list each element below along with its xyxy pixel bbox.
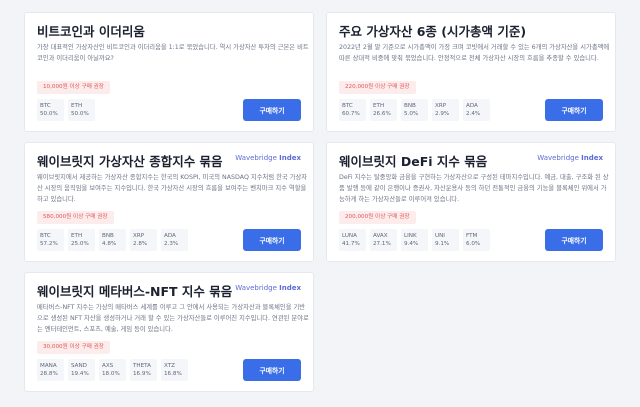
- asset-chip: AXS 18.0%: [99, 359, 126, 381]
- wavebridge-index-logo: Wavebridge Index: [235, 154, 301, 162]
- asset-symbol: SAND: [71, 363, 87, 369]
- asset-chip: ETH 50.0%: [68, 99, 95, 121]
- bundle-card-btc-eth: 비트코인과 이더리움 가장 대표적인 가상자산인 비트코인과 이더리움을 1:1…: [24, 12, 314, 132]
- asset-symbol: BTC: [40, 103, 51, 109]
- asset-chip: ETH 25.0%: [68, 229, 95, 251]
- card-title: 웨이브릿지 가상자산 종합지수 묶음: [37, 154, 223, 169]
- asset-list: LUNA 41.7% AVAX 27.1% LINK 9.4% UNI 9.1%…: [339, 229, 490, 251]
- card-title: 주요 가상자산 6종 (시가총액 기준): [339, 24, 527, 39]
- asset-symbol: UNI: [435, 233, 445, 239]
- asset-list: MANA 28.8% SAND 19.4% AXS 18.0% THETA 16…: [37, 359, 188, 381]
- asset-weight: 19.4%: [71, 371, 89, 377]
- asset-symbol: AVAX: [373, 233, 388, 239]
- asset-symbol: FTM: [466, 233, 478, 239]
- asset-chip: XRP 2.8%: [130, 229, 157, 251]
- asset-weight: 27.1%: [373, 241, 391, 247]
- asset-weight: 2.4%: [466, 111, 481, 117]
- buy-button[interactable]: 구매하기: [243, 359, 301, 381]
- asset-weight: 6.0%: [466, 241, 481, 247]
- asset-symbol: ADA: [466, 103, 478, 109]
- asset-chip: LINK 9.4%: [401, 229, 428, 251]
- bundle-card-wavebridge-composite: 웨이브릿지 가상자산 종합지수 묶음 Wavebridge Index 웨이브릿…: [24, 142, 314, 262]
- asset-chip: AVAX 27.1%: [370, 229, 397, 251]
- asset-weight: 60.7%: [342, 111, 360, 117]
- min-purchase-badge: 30,000원 이상 구매 권장: [37, 341, 110, 354]
- asset-chip: BNB 4.8%: [99, 229, 126, 251]
- card-description: DeFi 지수는 탈중앙화 금융을 구현하는 가상자산으로 구성된 테마지수입니…: [339, 174, 609, 203]
- min-purchase-badge: 200,000원 이상 구매 권장: [339, 211, 416, 224]
- asset-chip: BTC 60.7%: [339, 99, 366, 121]
- card-description: 가장 대표적인 가상자산인 비트코인과 이더리움을 1:1로 묶었습니다. 역시…: [37, 44, 309, 62]
- asset-chip: BTC 50.0%: [37, 99, 64, 121]
- asset-symbol: MANA: [40, 363, 57, 369]
- asset-chip: ADA 2.4%: [463, 99, 490, 121]
- asset-weight: 16.8%: [164, 371, 182, 377]
- asset-symbol: LINK: [404, 233, 417, 239]
- asset-chip: LUNA 41.7%: [339, 229, 366, 251]
- asset-weight: 9.1%: [435, 241, 450, 247]
- asset-symbol: BNB: [102, 233, 114, 239]
- asset-chip: BTC 57.2%: [37, 229, 64, 251]
- card-title: 웨이브릿지 DeFi 지수 묶음: [339, 154, 488, 169]
- asset-weight: 2.9%: [435, 111, 450, 117]
- asset-symbol: BTC: [342, 103, 353, 109]
- asset-chip: MANA 28.8%: [37, 359, 64, 381]
- asset-symbol: LUNA: [342, 233, 357, 239]
- asset-symbol: XTZ: [164, 363, 175, 369]
- asset-chip: ADA 2.3%: [161, 229, 188, 251]
- asset-symbol: XRP: [435, 103, 447, 109]
- asset-weight: 16.9%: [133, 371, 151, 377]
- min-purchase-badge: 220,000원 이상 구매 권장: [339, 81, 416, 94]
- asset-weight: 9.4%: [404, 241, 419, 247]
- bundle-card-top6: 주요 가상자산 6종 (시가총액 기준) 2022년 2월 말 기준으로 시가총…: [326, 12, 616, 132]
- card-description: 메타버스-NFT 지수는 가상의 메타버스 세계를 이루고 그 안에서 사용되는…: [37, 304, 309, 333]
- card-title: 비트코인과 이더리움: [37, 24, 145, 39]
- asset-weight: 50.0%: [40, 111, 58, 117]
- card-title: 웨이브릿지 메타버스-NFT 지수 묶음: [37, 284, 233, 299]
- asset-chip: UNI 9.1%: [432, 229, 459, 251]
- buy-button[interactable]: 구매하기: [243, 229, 301, 251]
- asset-weight: 18.0%: [102, 371, 120, 377]
- asset-weight: 41.7%: [342, 241, 360, 247]
- card-description: 2022년 2월 말 기준으로 시가총액이 가장 크며 코빗에서 거래할 수 있…: [339, 44, 610, 62]
- buy-button[interactable]: 구매하기: [545, 99, 603, 121]
- buy-button[interactable]: 구매하기: [545, 229, 603, 251]
- buy-button[interactable]: 구매하기: [243, 99, 301, 121]
- asset-chip: THETA 16.9%: [130, 359, 157, 381]
- asset-symbol: ADA: [164, 233, 176, 239]
- card-description: 웨이브릿지에서 제공하는 가상자산 종합지수는 한국의 KOSPI, 미국의 N…: [37, 174, 308, 203]
- asset-weight: 26.6%: [373, 111, 391, 117]
- asset-symbol: XRP: [133, 233, 145, 239]
- asset-chip: XTZ 16.8%: [161, 359, 188, 381]
- asset-weight: 28.8%: [40, 371, 58, 377]
- asset-symbol: ETH: [71, 103, 83, 109]
- asset-chip: SAND 19.4%: [68, 359, 95, 381]
- asset-symbol: ETH: [71, 233, 83, 239]
- asset-list: BTC 60.7% ETH 26.6% BNB 5.0% XRP 2.9% AD…: [339, 99, 490, 121]
- asset-symbol: BTC: [40, 233, 51, 239]
- bundle-card-wavebridge-metaverse: 웨이브릿지 메타버스-NFT 지수 묶음 Wavebridge Index 메타…: [24, 272, 314, 392]
- asset-symbol: AXS: [102, 363, 114, 369]
- bundle-card-wavebridge-defi: 웨이브릿지 DeFi 지수 묶음 Wavebridge Index DeFi 지…: [326, 142, 616, 262]
- asset-weight: 25.0%: [71, 241, 89, 247]
- asset-weight: 2.3%: [164, 241, 179, 247]
- asset-symbol: THETA: [133, 363, 151, 369]
- asset-weight: 2.8%: [133, 241, 148, 247]
- asset-weight: 4.8%: [102, 241, 117, 247]
- asset-chip: ETH 26.6%: [370, 99, 397, 121]
- asset-chip: XRP 2.9%: [432, 99, 459, 121]
- asset-weight: 5.0%: [404, 111, 419, 117]
- asset-list: BTC 57.2% ETH 25.0% BNB 4.8% XRP 2.8% AD…: [37, 229, 188, 251]
- asset-symbol: ETH: [373, 103, 385, 109]
- asset-chip: FTM 6.0%: [463, 229, 490, 251]
- asset-weight: 50.0%: [71, 111, 89, 117]
- asset-chip: BNB 5.0%: [401, 99, 428, 121]
- min-purchase-badge: 10,000원 이상 구매 권장: [37, 81, 110, 94]
- wavebridge-index-logo: Wavebridge Index: [235, 284, 301, 292]
- wavebridge-index-logo: Wavebridge Index: [537, 154, 603, 162]
- asset-symbol: BNB: [404, 103, 416, 109]
- asset-list: BTC 50.0% ETH 50.0%: [37, 99, 95, 121]
- min-purchase-badge: 580,000원 이상 구매 권장: [37, 211, 114, 224]
- asset-weight: 57.2%: [40, 241, 58, 247]
